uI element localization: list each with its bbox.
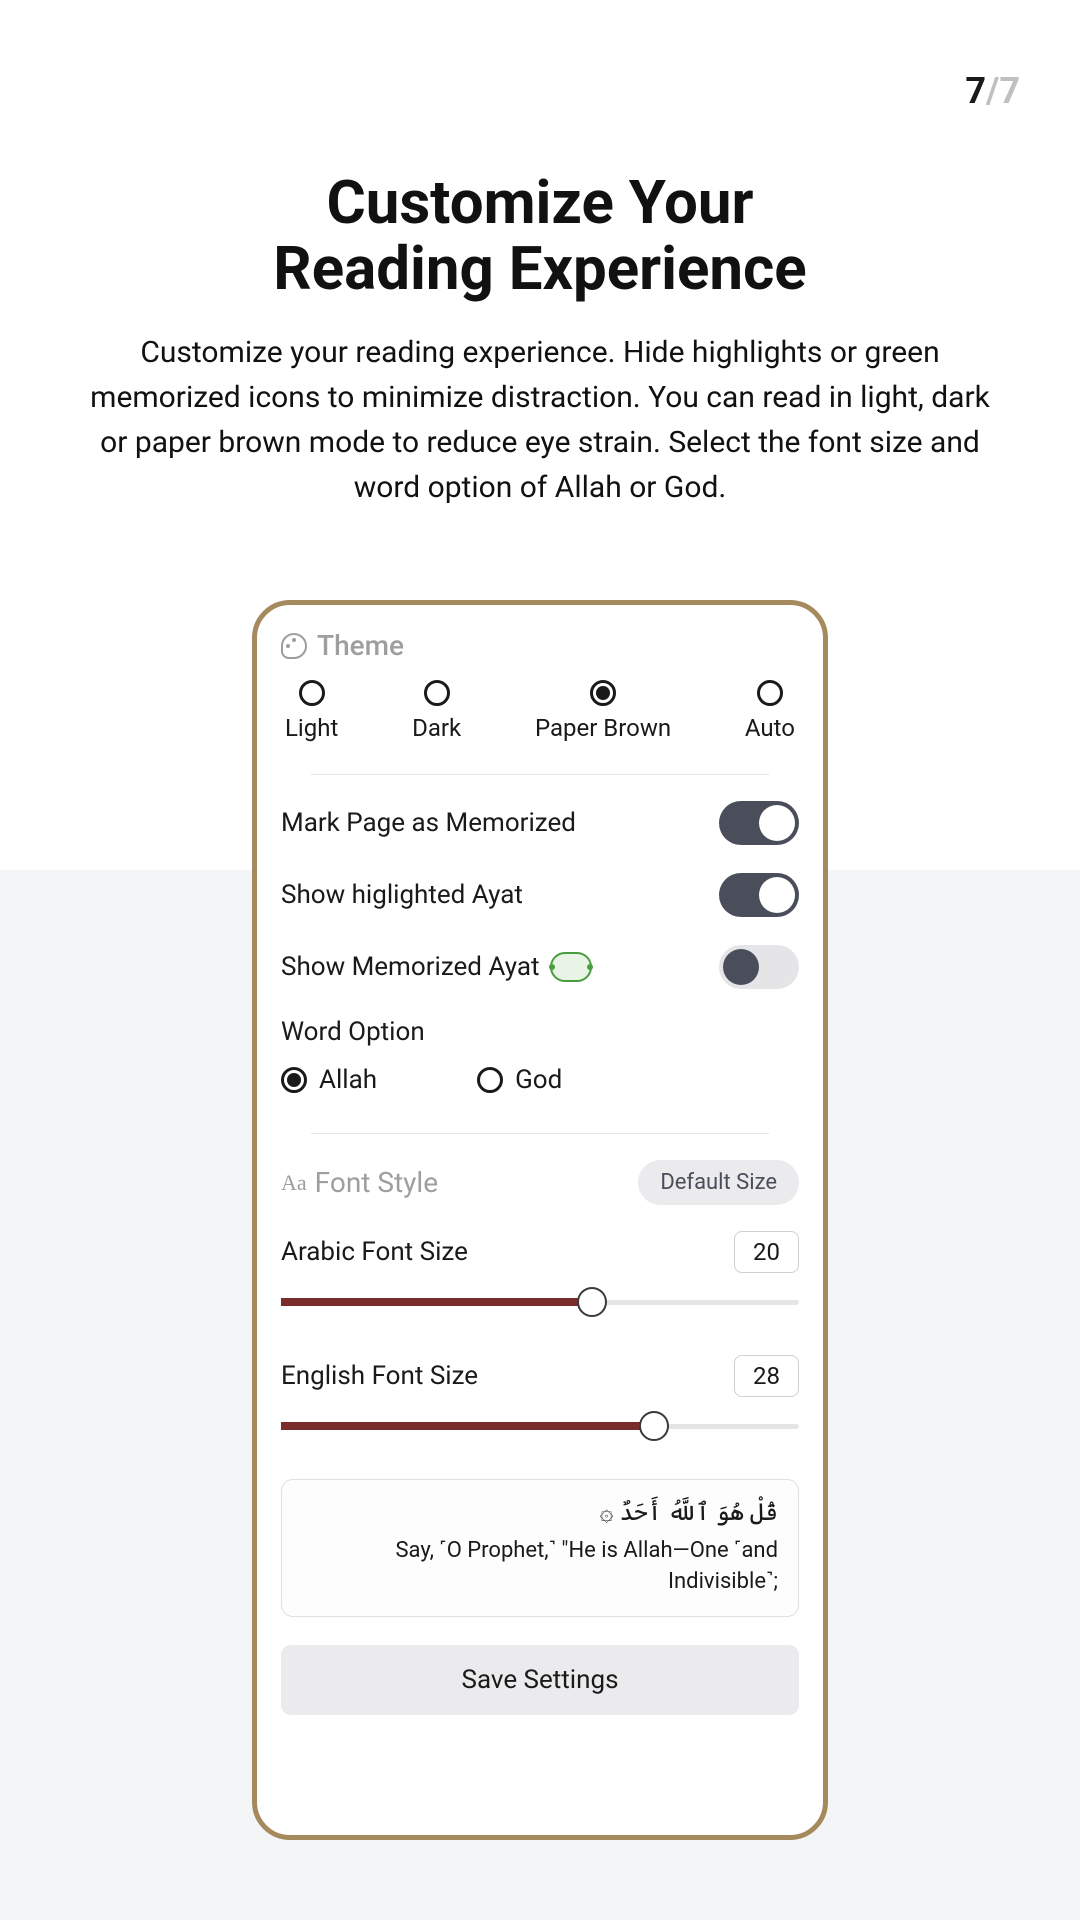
radio-icon-selected [281,1067,307,1093]
arabic-font-size-slider[interactable] [281,1287,799,1317]
toggle-show-highlighted[interactable] [719,873,799,917]
radio-icon [477,1067,503,1093]
word-option-label: Word Option [281,1017,799,1047]
palette-icon [281,633,307,659]
english-font-size-value[interactable]: 28 [734,1355,799,1397]
slider-fill [281,1422,654,1430]
theme-option-auto[interactable]: Auto [745,680,795,742]
preview-arabic-text: قُلْ هُوَ ٱللَّهُ أَحَدٌ ۞ [302,1498,778,1526]
divider [311,774,769,775]
phone-frame: Theme Light Dark Paper Brown Auto Mark P… [252,600,828,1840]
page-description: Customize your reading experience. Hide … [90,330,990,510]
page-title: Customize Your Reading Experience [0,170,1080,302]
title-line-1: Customize Your [327,167,754,238]
page-separator: / [986,70,999,112]
word-option-god-label: God [515,1065,562,1095]
arabic-font-size-row: Arabic Font Size 20 [281,1231,799,1273]
toggle-label-show-highlighted: Show higlighted Ayat [281,880,523,910]
theme-label-dark: Dark [412,714,461,742]
radio-icon [424,680,450,706]
word-option-allah[interactable]: Allah [281,1065,377,1095]
slider-thumb[interactable] [639,1411,669,1441]
preview-box: قُلْ هُوَ ٱللَّهُ أَحَدٌ ۞ Say, ˹O Proph… [281,1479,799,1617]
default-size-button[interactable]: Default Size [638,1160,799,1205]
save-settings-button[interactable]: Save Settings [281,1645,799,1715]
toggle-row-show-highlighted: Show higlighted Ayat [281,873,799,917]
toggle-row-show-memorized: Show Memorized Ayat [281,945,799,989]
preview-english-text: Say, ˹O Prophet,˺ "He is Allah—One ˹and … [302,1536,778,1598]
english-font-size-row: English Font Size 28 [281,1355,799,1397]
theme-label-light: Light [285,714,338,742]
toggle-label-text: Show Memorized Ayat [281,952,540,982]
english-font-size-label: English Font Size [281,1361,478,1391]
theme-option-dark[interactable]: Dark [412,680,461,742]
theme-section-label: Theme [317,629,404,662]
divider [311,1133,769,1134]
slider-thumb[interactable] [577,1287,607,1317]
font-style-label: Font Style [315,1166,438,1199]
font-style-section-header: Aa Font Style [281,1166,438,1199]
radio-icon [757,680,783,706]
toggle-label-show-memorized: Show Memorized Ayat [281,952,592,982]
word-option-allah-label: Allah [319,1065,377,1095]
font-style-header-row: Aa Font Style Default Size [281,1160,799,1205]
word-option-god[interactable]: God [477,1065,562,1095]
theme-option-light[interactable]: Light [285,680,338,742]
theme-label-auto: Auto [745,714,795,742]
toggle-knob [723,949,759,985]
page-total: 7 [999,70,1020,112]
memorized-badge-icon [550,952,592,982]
arabic-font-size-label: Arabic Font Size [281,1237,468,1267]
page-current: 7 [965,70,986,112]
toggle-knob [759,877,795,913]
page-counter: 7/7 [965,70,1020,112]
radio-icon [299,680,325,706]
title-line-2: Reading Experience [273,233,806,304]
theme-section-header: Theme [281,629,799,662]
toggle-knob [759,805,795,841]
toggle-show-memorized[interactable] [719,945,799,989]
theme-options-row: Light Dark Paper Brown Auto [281,680,799,742]
slider-fill [281,1298,592,1306]
theme-option-paper-brown[interactable]: Paper Brown [535,680,671,742]
radio-icon-selected [590,680,616,706]
word-option-row: Allah God [281,1065,799,1095]
arabic-font-size-value[interactable]: 20 [734,1231,799,1273]
font-aa-icon: Aa [281,1170,307,1196]
toggle-mark-memorized[interactable] [719,801,799,845]
english-font-size-slider[interactable] [281,1411,799,1441]
toggle-row-mark-memorized: Mark Page as Memorized [281,801,799,845]
toggle-label-mark-memorized: Mark Page as Memorized [281,808,576,838]
theme-label-paper-brown: Paper Brown [535,714,671,742]
